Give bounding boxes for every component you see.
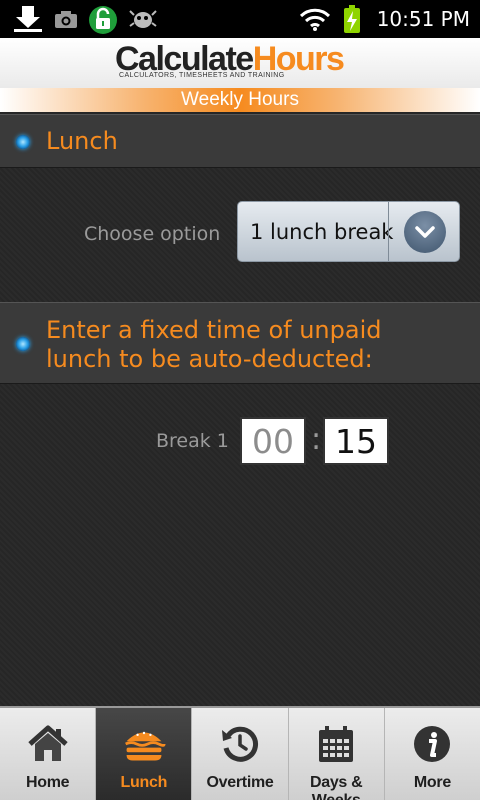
tab-lunch-label: Lunch [120,774,168,791]
info-icon [410,724,454,764]
deduct-section-title-line1: Enter a fixed time of unpaid [46,316,382,344]
battery-charging-icon [340,4,364,34]
app-header: CalculateHours CALCULATORS, TIMESHEETS A… [0,38,480,90]
selected-option-text: 1 lunch break [250,220,394,244]
lock-icon [86,4,120,34]
tab-home[interactable]: Home [0,708,97,800]
lunch-section-title: Lunch [46,127,118,155]
page-title: Weekly Hours [0,88,480,112]
chevron-down-icon[interactable] [404,211,446,253]
home-icon [26,724,70,764]
deduct-section-header: Enter a fixed time of unpaid lunch to be… [0,302,480,384]
camera-icon [53,4,79,34]
tab-days-weeks-label: Days & Weeks [309,774,363,800]
time-separator: : [310,422,322,457]
select-divider [388,202,389,261]
choose-option-label: Choose option [84,223,221,245]
tab-lunch[interactable]: Lunch [96,708,193,800]
clock-icon [218,724,262,764]
tab-days-weeks[interactable]: Days & Weeks [289,708,385,800]
tab-more[interactable]: More [385,708,480,800]
deduct-section-title-line2: lunch to be auto-deducted: [46,345,373,373]
radio-indicator-icon [16,337,30,351]
lunch-section-header: Lunch [0,114,480,168]
status-time: 10:51 PM [376,7,470,31]
download-icon [10,4,46,34]
break-1-label: Break 1 [156,430,229,452]
tab-home-label: Home [25,774,70,791]
calendar-icon [314,724,358,764]
bug-icon [128,4,158,34]
break-hours-input[interactable]: 00 [240,417,306,465]
tab-more-label: More [413,774,451,791]
wifi-icon [298,4,332,34]
logo-tagline: CALCULATORS, TIMESHEETS AND TRAINING [119,72,285,79]
break-minutes-input[interactable]: 15 [323,417,389,465]
bottom-tab-bar: Home Lunch Overtime Days & More [0,706,480,800]
status-bar: 10:51 PM [0,0,480,38]
radio-indicator-icon [16,135,30,149]
burger-icon [122,724,166,764]
tab-overtime-label: Overtime [206,774,274,791]
tab-overtime[interactable]: Overtime [192,708,289,800]
lunch-option-select[interactable]: 1 lunch break [237,201,460,262]
